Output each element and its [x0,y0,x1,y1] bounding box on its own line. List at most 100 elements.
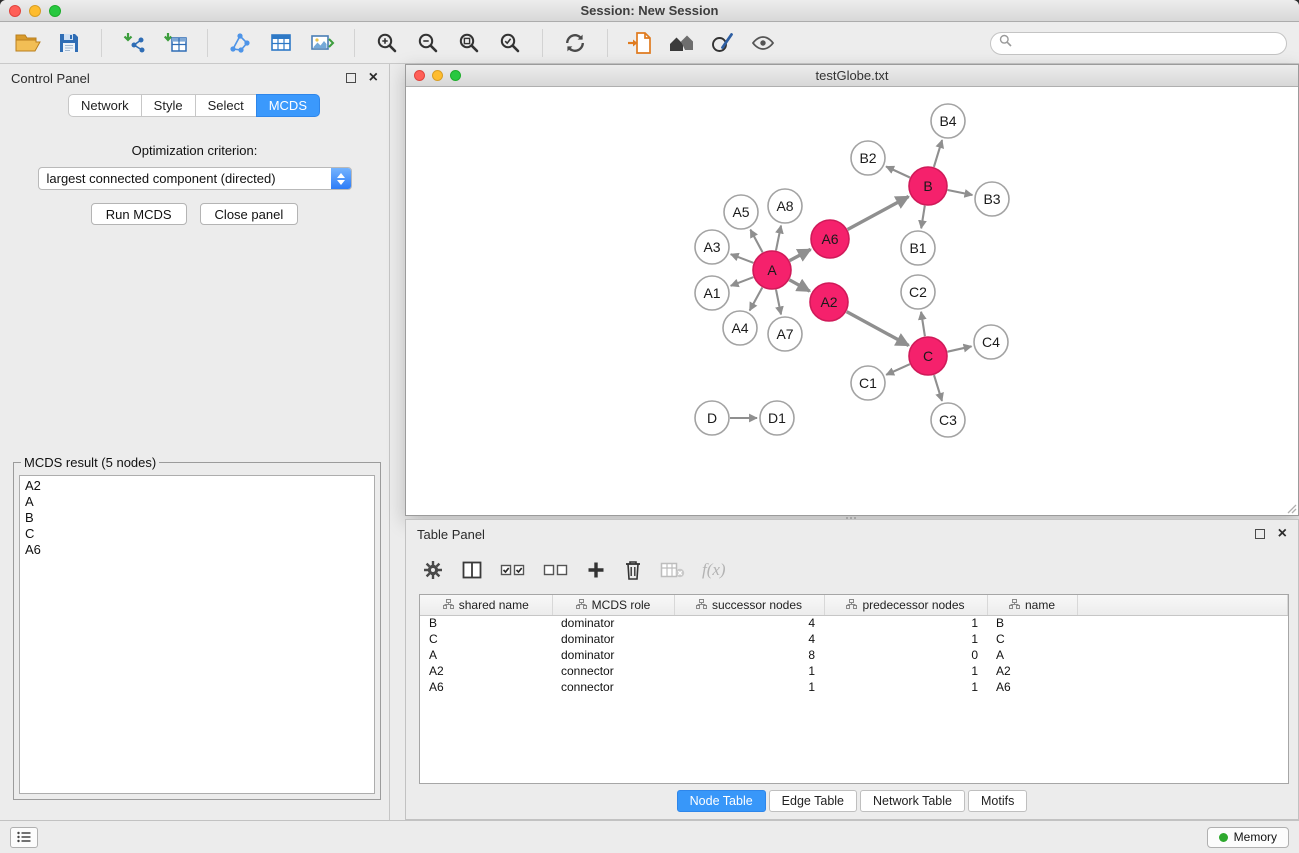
close-panel-button[interactable]: Close panel [200,203,299,225]
table-cell[interactable]: connector [552,679,674,695]
graph-edge-A6-B[interactable] [848,197,909,230]
table-cell[interactable]: B [420,615,552,631]
open-file-icon[interactable] [12,27,44,59]
add-row-icon[interactable] [586,560,606,580]
table-cell[interactable]: A [987,647,1077,663]
table-cell[interactable]: A6 [420,679,552,695]
tab-network-table[interactable]: Network Table [860,790,965,812]
table-row[interactable]: A6connector11A6 [420,679,1288,695]
function-builder-icon[interactable]: f(x) [702,560,726,580]
zoom-in-icon[interactable] [371,27,403,59]
graph-node-D1[interactable]: D1 [760,401,794,435]
table-cell[interactable]: 1 [824,679,987,695]
tab-select[interactable]: Select [195,94,257,117]
zoom-view-button[interactable] [450,70,461,81]
minimize-window-button[interactable] [29,5,41,17]
graph-edge-B-B1[interactable] [921,206,925,229]
memory-button[interactable]: Memory [1207,827,1289,848]
import-table-icon[interactable] [159,27,191,59]
zoom-selected-icon[interactable] [494,27,526,59]
network-window-titlebar[interactable]: testGlobe.txt [406,65,1298,87]
graph-edge-A-A2[interactable] [789,280,809,291]
search-field[interactable] [990,32,1287,55]
graph-edge-A-A7[interactable] [776,290,781,315]
close-view-button[interactable] [414,70,425,81]
table-row[interactable]: A2connector11A2 [420,663,1288,679]
select-all-icon[interactable] [500,560,526,580]
graph-node-D[interactable]: D [695,401,729,435]
graph-edge-C-C1[interactable] [886,364,910,375]
window-resize-grip[interactable] [1285,502,1297,514]
graph-node-A7[interactable]: A7 [768,317,802,351]
node-table-container[interactable]: shared nameMCDS rolesuccessor nodesprede… [419,594,1289,784]
table-row[interactable]: Bdominator41B [420,615,1288,631]
table-cell[interactable]: A6 [987,679,1077,695]
graph-node-A[interactable]: A [753,251,791,289]
table-cell[interactable]: C [420,631,552,647]
table-cell[interactable]: 1 [824,631,987,647]
import-network-icon[interactable] [118,27,150,59]
graph-edge-B-B2[interactable] [886,167,910,178]
home-icon[interactable] [665,27,697,59]
optimization-criterion-dropdown[interactable]: largest connected component (directed) [38,167,352,190]
table-row[interactable]: Adominator80A [420,647,1288,663]
save-session-icon[interactable] [53,27,85,59]
graph-node-B4[interactable]: B4 [931,104,965,138]
table-cell[interactable]: dominator [552,631,674,647]
search-input[interactable] [1017,36,1278,51]
zoom-out-icon[interactable] [412,27,444,59]
mcds-result-item[interactable]: A [20,494,374,510]
table-cell[interactable]: B [987,615,1077,631]
graph-node-C[interactable]: C [909,337,947,375]
graph-node-A2[interactable]: A2 [810,283,848,321]
graph-edge-A-A4[interactable] [750,288,763,311]
graph-edge-B-B4[interactable] [934,140,942,167]
graph-node-A6[interactable]: A6 [811,220,849,258]
zoom-window-button[interactable] [49,5,61,17]
column-header-successor-nodes[interactable]: successor nodes [674,595,824,615]
settings-icon[interactable] [422,559,444,581]
tab-style[interactable]: Style [141,94,196,117]
table-cell[interactable]: A2 [420,663,552,679]
graph-edge-C-C4[interactable] [948,346,972,351]
graph-node-C1[interactable]: C1 [851,366,885,400]
show-columns-icon[interactable] [461,559,483,581]
refresh-view-icon[interactable] [559,27,591,59]
run-mcds-button[interactable]: Run MCDS [91,203,187,225]
graph-node-A1[interactable]: A1 [695,276,729,310]
graph-edge-B-B3[interactable] [948,190,973,195]
table-cell[interactable]: 8 [674,647,824,663]
network-canvas[interactable]: B4B2BB3A5A8A6A3B1AA1C2A2A4A7C4CC1DD1C3 [406,88,1298,515]
table-cell[interactable]: 1 [674,663,824,679]
tab-network[interactable]: Network [68,94,142,117]
tab-edge-table[interactable]: Edge Table [769,790,857,812]
graph-node-A4[interactable]: A4 [723,311,757,345]
open-panel-icon[interactable] [624,27,656,59]
graph-node-C4[interactable]: C4 [974,325,1008,359]
graph-node-B3[interactable]: B3 [975,182,1009,216]
column-header-predecessor-nodes[interactable]: predecessor nodes [824,595,987,615]
graph-edge-C-C2[interactable] [921,312,925,336]
table-cell[interactable]: 0 [824,647,987,663]
style-icon[interactable] [706,27,738,59]
column-header-name[interactable]: name [987,595,1077,615]
table-cell[interactable]: 4 [674,615,824,631]
table-cell[interactable]: 1 [824,663,987,679]
deselect-all-icon[interactable] [543,560,569,580]
float-table-panel-icon[interactable] [1255,529,1265,539]
graph-edge-A-A8[interactable] [776,226,781,251]
task-history-button[interactable] [10,827,38,848]
graph-node-C2[interactable]: C2 [901,275,935,309]
new-table-icon[interactable] [265,27,297,59]
table-cell[interactable]: C [987,631,1077,647]
table-cell[interactable]: A2 [987,663,1077,679]
delete-column-icon[interactable] [660,560,685,580]
tab-mcds[interactable]: MCDS [256,94,320,117]
tab-motifs[interactable]: Motifs [968,790,1027,812]
graph-node-B[interactable]: B [909,167,947,205]
graph-node-A8[interactable]: A8 [768,189,802,223]
float-panel-icon[interactable] [346,73,356,83]
mcds-result-item[interactable]: C [20,526,374,542]
mcds-result-item[interactable]: B [20,510,374,526]
delete-row-icon[interactable] [623,559,643,581]
